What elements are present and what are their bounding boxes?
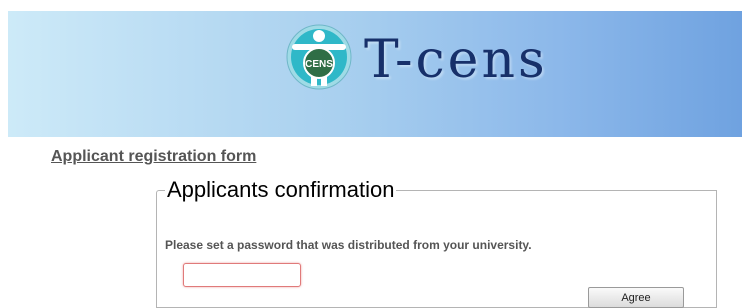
logo-text: CENS <box>305 59 333 70</box>
brand-title: T-cens <box>364 30 548 90</box>
cens-logo: CENS <box>286 24 352 90</box>
fieldset-legend: Applicants confirmation <box>167 177 395 202</box>
password-input[interactable] <box>183 263 301 287</box>
agree-button[interactable]: Agree <box>588 287 684 308</box>
password-instructions: Please set a password that was distribut… <box>165 238 532 252</box>
applicant-registration-link[interactable]: Applicant registration form <box>51 148 256 166</box>
person-icon: CENS <box>286 24 352 90</box>
